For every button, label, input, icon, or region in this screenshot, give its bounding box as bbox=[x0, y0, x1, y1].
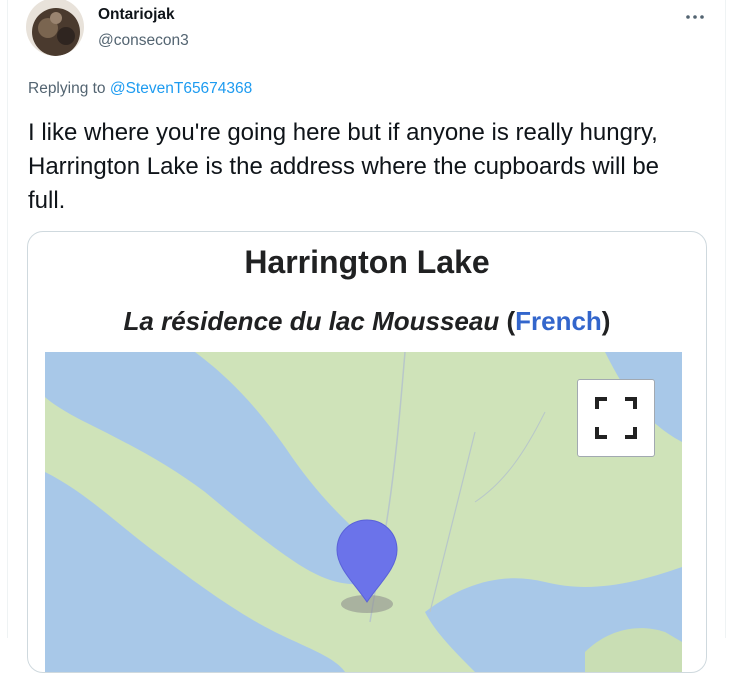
card-subtitle-italic: La résidence du lac Mousseau bbox=[123, 306, 500, 336]
avatar-image bbox=[26, 0, 84, 56]
card-subtitle: La résidence du lac Mousseau (French) bbox=[28, 306, 706, 337]
card-subtitle-paren-close: ) bbox=[601, 306, 611, 336]
fullscreen-button[interactable] bbox=[577, 379, 655, 457]
replying-to-prefix: Replying to bbox=[28, 80, 106, 97]
more-options-button[interactable] bbox=[680, 2, 710, 32]
replying-to-handle-link[interactable]: @StevenT65674368 bbox=[110, 80, 252, 97]
card-subtitle-language-link[interactable]: French bbox=[515, 306, 602, 336]
avatar[interactable] bbox=[26, 0, 84, 56]
more-horizontal-icon bbox=[686, 15, 704, 19]
author-display-name[interactable]: Ontariojak bbox=[98, 6, 175, 24]
link-card[interactable]: Harrington Lake La résidence du lac Mous… bbox=[27, 231, 707, 673]
fullscreen-icon bbox=[595, 397, 637, 439]
card-subtitle-paren-open: ( bbox=[499, 306, 516, 336]
tweet-text: I like where you're going here but if an… bbox=[28, 119, 660, 214]
card-title: Harrington Lake bbox=[244, 244, 490, 280]
replying-to: Replying to @StevenT65674368 bbox=[28, 80, 252, 98]
author-handle[interactable]: @consecon3 bbox=[98, 32, 189, 50]
